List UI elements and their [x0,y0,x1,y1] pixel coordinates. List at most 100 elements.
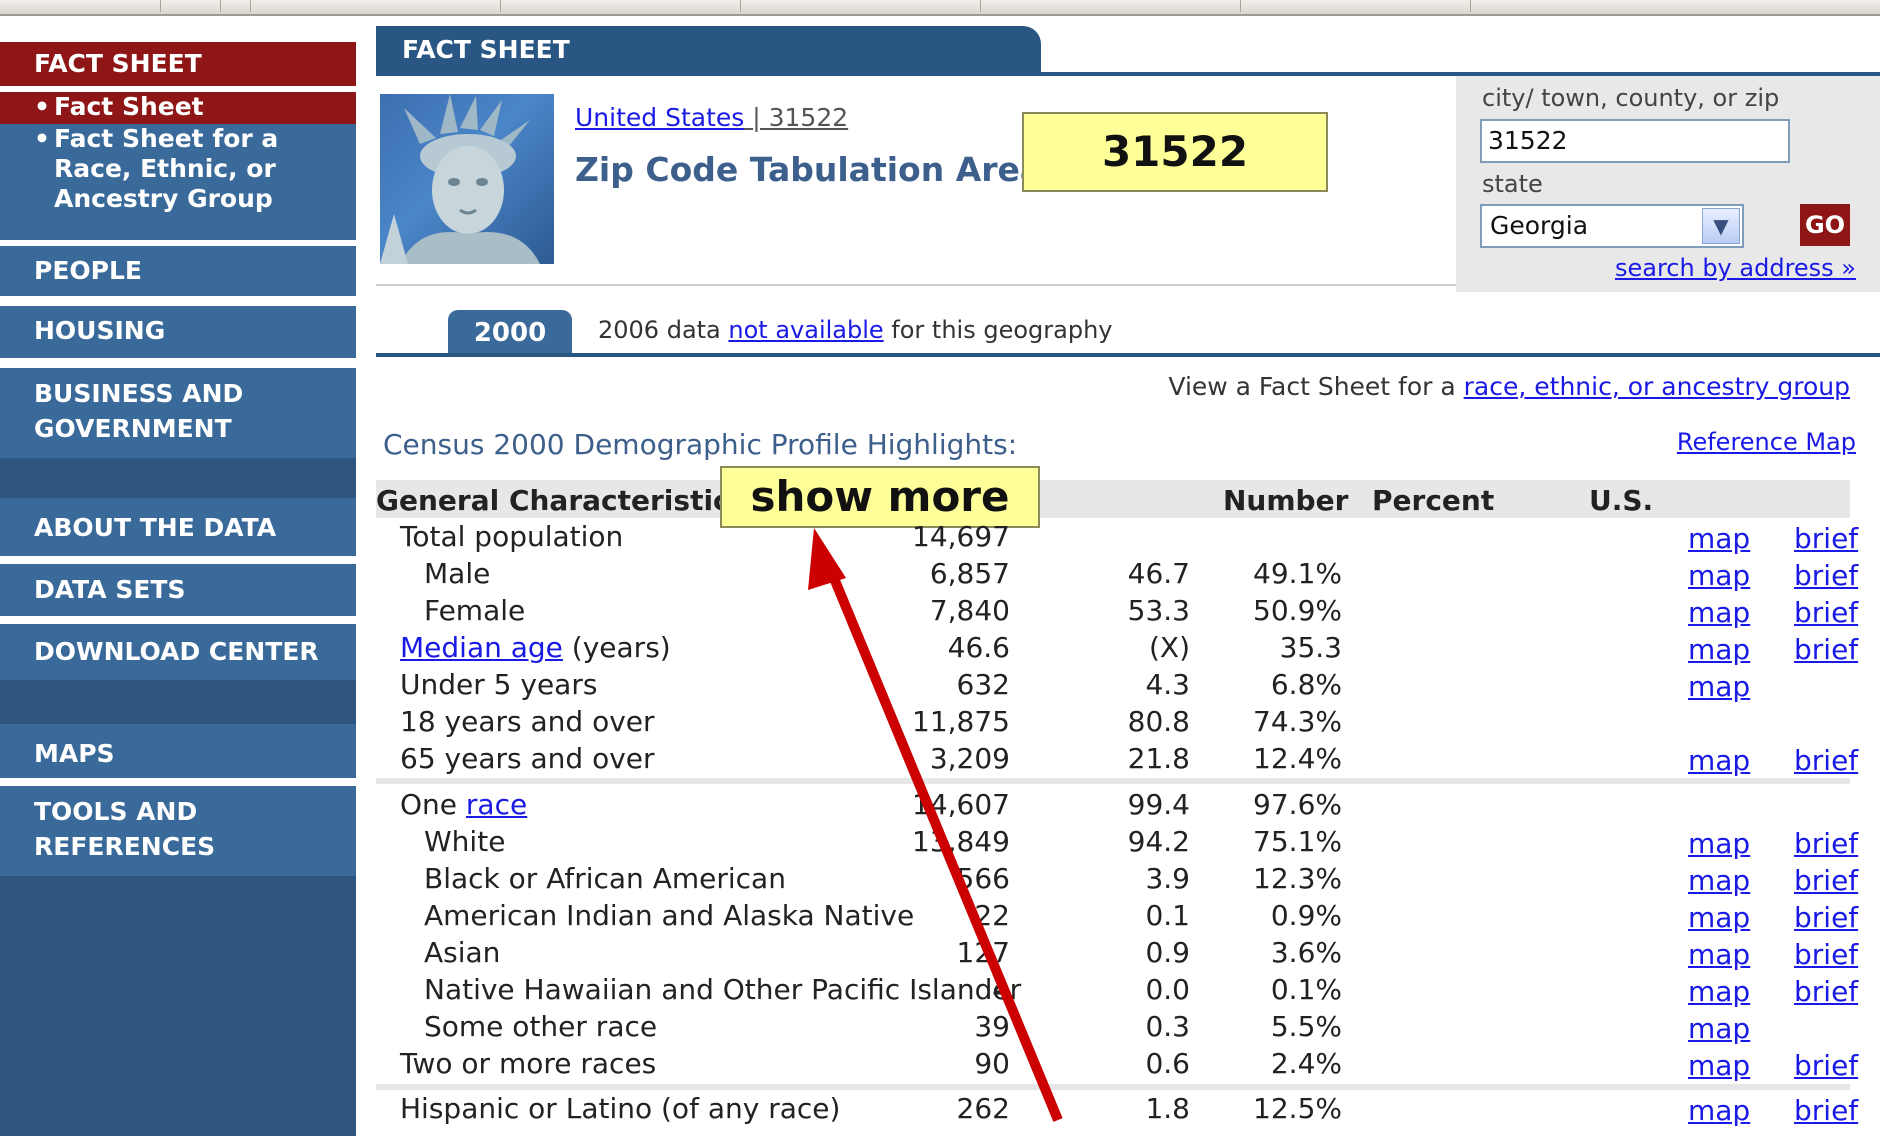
sidebar-item-label: ABOUT THE DATA [34,513,277,542]
united-states-link[interactable]: United States [575,103,744,132]
geo-breadcrumb: United States | 31522 [575,103,848,132]
browser-toolbar-strip [0,0,1880,16]
brief-link[interactable]: brief [1794,596,1858,629]
sidebar-item-download-center[interactable]: DOWNLOAD CENTER [0,624,356,680]
sidebar-spacer [0,680,356,724]
sidebar-item-label: GOVERNMENT [34,414,232,443]
sidebar-item-data-sets[interactable]: DATA SETS [0,564,356,616]
sidebar-item-fact-sheet-header[interactable]: FACT SHEET [0,42,356,86]
map-link[interactable]: map [1688,522,1750,555]
map-link[interactable]: map [1688,559,1750,592]
brief-link[interactable]: brief [1794,633,1858,666]
row-label: Male [424,557,490,590]
table-row: Two or more races 90 0.6 2.4% map brief [376,1047,1858,1084]
col-header-percent: Percent [1372,484,1495,517]
brief-link[interactable]: brief [1794,938,1858,971]
row-label: Hispanic or Latino (of any race) [400,1092,840,1125]
row-label-link[interactable]: Median age [400,631,563,664]
map-link[interactable]: map [1688,1012,1750,1045]
state-select[interactable]: Georgia ▼ [1480,204,1744,248]
row-label-text: One [400,788,466,821]
chevron-down-icon[interactable]: ▼ [1702,208,1740,244]
row-label: Some other race [424,1010,657,1043]
row-label-text: Native Hawaiian and Other Pacific Island… [424,973,1022,1006]
sidebar-item-tools[interactable]: TOOLS AND REFERENCES [0,786,356,876]
row-label-text: Some other race [424,1010,658,1043]
table-row: American Indian and Alaska Native 22 0.1 0.… [376,899,1858,936]
map-link[interactable]: map [1688,975,1750,1008]
row-label: Black or African American [424,862,786,895]
map-link[interactable]: map [1688,864,1750,897]
group-separator [376,1084,1850,1090]
row-us-value: 75.1% [1253,825,1342,858]
search-by-address-link[interactable]: search by address » [1615,254,1856,282]
row-us-value: 6.8% [1270,668,1342,701]
row-number: 11,875 [912,705,1010,738]
sidebar-subitem-label: Race, Ethnic, or [54,154,276,183]
brief-link[interactable]: brief [1794,864,1858,897]
map-link[interactable]: map [1688,744,1750,777]
brief-link[interactable]: brief [1794,744,1858,777]
reference-map-link[interactable]: Reference Map [1677,428,1856,456]
map-link[interactable]: map [1688,633,1750,666]
tab-2000[interactable]: 2000 [448,310,572,354]
row-us-value: 50.9% [1253,594,1342,627]
brief-link[interactable]: brief [1794,827,1858,860]
map-link[interactable]: map [1688,1094,1750,1127]
brief-link[interactable]: brief [1794,1049,1858,1082]
brief-link[interactable]: brief [1794,559,1858,592]
row-us-value: 49.1% [1253,557,1342,590]
not-available-link[interactable]: not available [728,316,883,344]
row-number: 7,840 [929,594,1010,627]
show-more-callout[interactable]: show more [720,466,1040,528]
brief-link[interactable]: brief [1794,975,1858,1008]
sidebar-item-about-data[interactable]: ABOUT THE DATA [0,498,356,556]
state-selected-value: Georgia [1490,211,1589,240]
row-number: 14,697 [912,520,1010,553]
brief-link[interactable]: brief [1794,1094,1858,1127]
place-input[interactable]: 31522 [1480,119,1790,163]
race-ethnic-ancestry-link[interactable]: race, ethnic, or ancestry group [1464,372,1850,401]
row-label: Female [424,594,525,627]
search-panel: city/ town, county, or zip 31522 state G… [1456,76,1880,292]
table-row: Total population 14,697 map brief [376,520,1858,557]
row-us-value: 0.9% [1270,899,1342,932]
map-link[interactable]: map [1688,938,1750,971]
row-number: 4 [992,973,1010,1006]
sidebar-subitem-race-fact-sheet[interactable]: • Fact Sheet for a Race, Ethnic, or Ances… [0,124,356,214]
map-link[interactable]: map [1688,1049,1750,1082]
map-link[interactable]: map [1688,827,1750,860]
row-percent: 0.6 [1145,1047,1190,1080]
section-title: Census 2000 Demographic Profile Highligh… [383,428,1018,461]
sidebar-item-label: TOOLS AND [34,797,198,826]
brief-link[interactable]: brief [1794,522,1858,555]
row-us-value: 12.4% [1253,742,1342,775]
row-us-value: 12.5% [1253,1092,1342,1125]
row-us-value: 5.5% [1270,1010,1342,1043]
row-label-text: (years) [562,631,671,664]
sidebar-subitem-label: Fact Sheet [54,92,204,121]
sidebar-subitem-fact-sheet[interactable]: • Fact Sheet [0,92,356,124]
row-label: Native Hawaiian and Other Pacific Island… [424,973,1021,1006]
row-us-value: 12.3% [1253,862,1342,895]
sidebar-item-people[interactable]: PEOPLE [0,246,356,296]
row-label: 65 years and over [400,742,655,775]
sidebar-item-housing[interactable]: HOUSING [0,306,356,358]
sidebar-item-label: PEOPLE [34,256,142,285]
sidebar-item-maps[interactable]: MAPS [0,724,356,778]
row-number: 90 [974,1047,1010,1080]
row-label-link[interactable]: race [466,788,527,821]
row-label-text: 65 years and over [400,742,655,775]
table-row: Female 7,840 53.3 50.9% map brief [376,594,1858,631]
row-number: 262 [956,1092,1010,1125]
map-link[interactable]: map [1688,901,1750,934]
sidebar-spacer [0,458,356,498]
sidebar-item-business[interactable]: BUSINESS AND GOVERNMENT [0,368,356,458]
brief-link[interactable]: brief [1794,901,1858,934]
go-button[interactable]: GO [1800,204,1850,246]
row-label-text: Total population [400,520,624,553]
row-percent: (X) [1148,631,1190,664]
map-link[interactable]: map [1688,596,1750,629]
map-link[interactable]: map [1688,670,1750,703]
row-label-text: Two or more races [400,1047,657,1080]
